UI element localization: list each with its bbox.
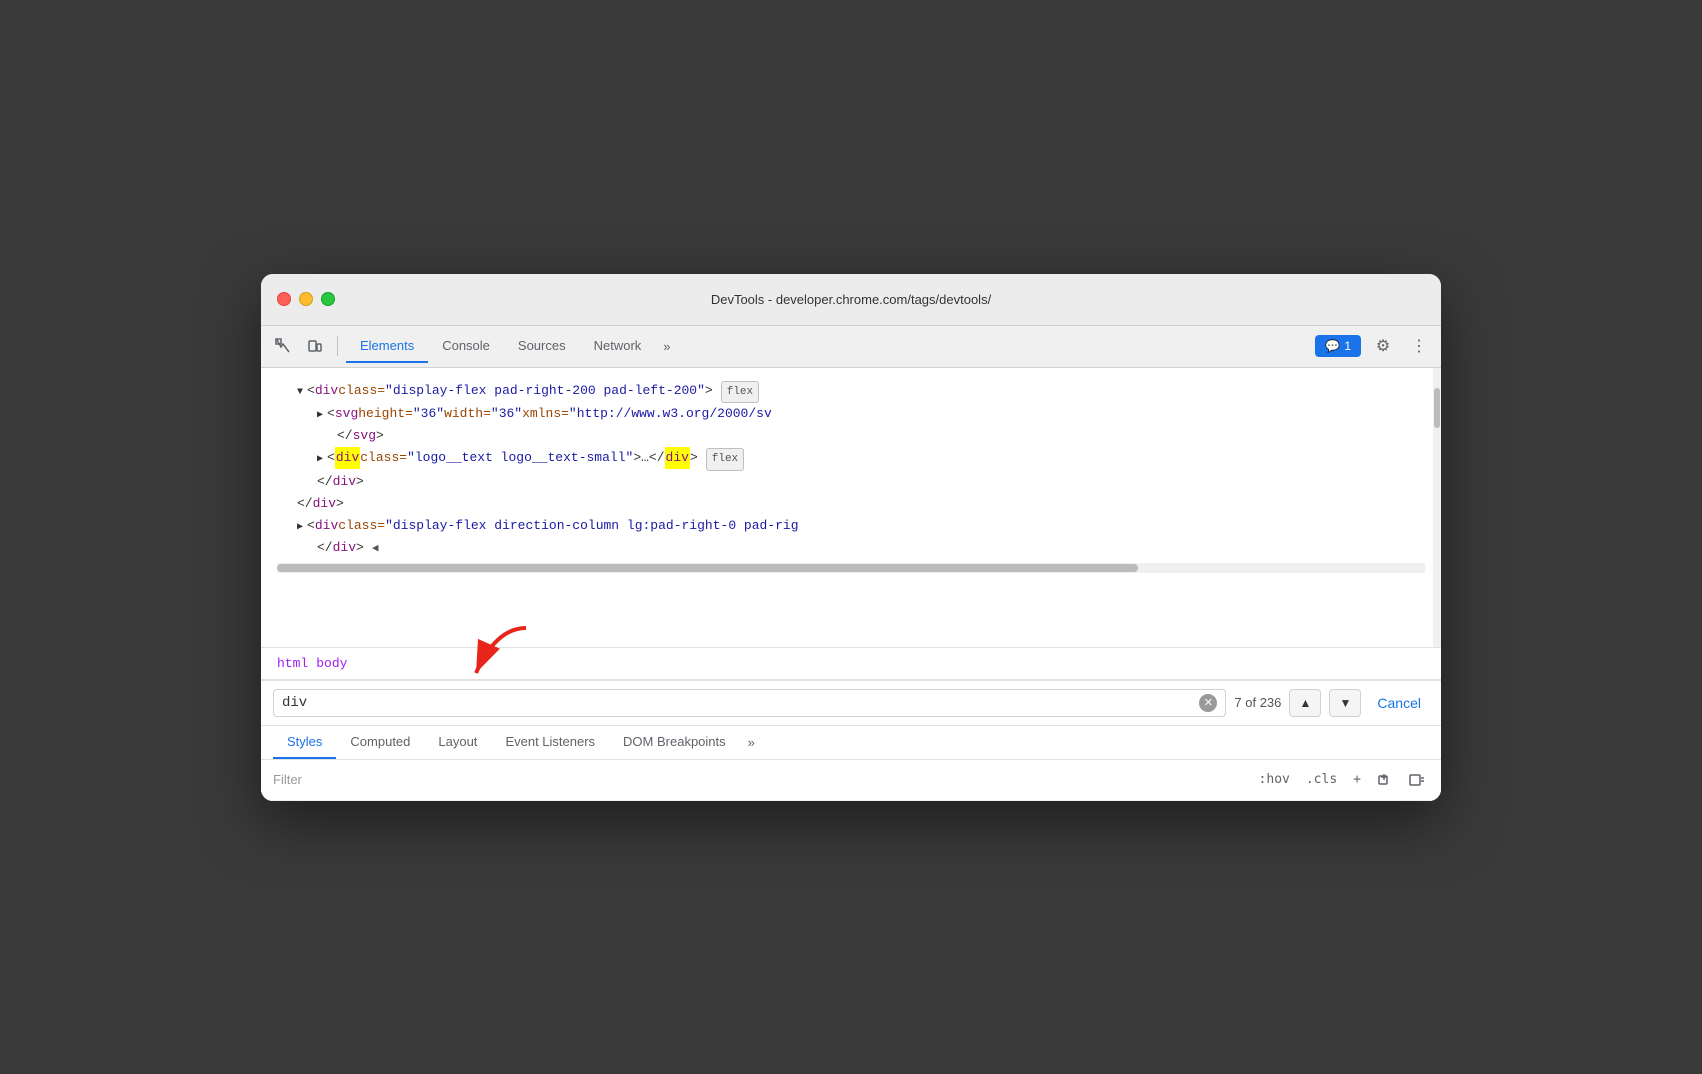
cls-button[interactable]: .cls bbox=[1302, 770, 1341, 789]
scrollbar-v-thumb bbox=[1434, 388, 1440, 428]
settings-button[interactable]: ⚙ bbox=[1369, 332, 1397, 360]
triangle-icon[interactable]: ▶ bbox=[317, 451, 323, 468]
add-rule-button[interactable]: + bbox=[1349, 770, 1365, 789]
toolbar-divider bbox=[337, 336, 338, 356]
styles-tab-bar: Styles Computed Layout Event Listeners D… bbox=[261, 726, 1441, 760]
tab-styles[interactable]: Styles bbox=[273, 726, 336, 759]
main-tab-nav: Elements Console Sources Network » bbox=[346, 330, 1311, 363]
tab-sources[interactable]: Sources bbox=[504, 330, 580, 363]
maximize-button[interactable] bbox=[321, 292, 335, 306]
toggle-element-state-button[interactable] bbox=[1405, 768, 1429, 792]
html-line-7[interactable]: ▶ <div class="display-flex direction-col… bbox=[277, 515, 1425, 537]
html-line-5: </div> bbox=[277, 471, 1425, 493]
notification-icon: 💬 bbox=[1325, 339, 1340, 353]
vertical-scrollbar[interactable] bbox=[1433, 368, 1441, 647]
html-panel: ▼ <div class="display-flex pad-right-200… bbox=[261, 368, 1441, 648]
horizontal-scrollbar[interactable] bbox=[277, 563, 1425, 573]
window-title: DevTools - developer.chrome.com/tags/dev… bbox=[711, 292, 991, 307]
more-menu-button[interactable]: ⋮ bbox=[1405, 332, 1433, 360]
inspect-element-button[interactable] bbox=[269, 332, 297, 360]
triangle-icon[interactable]: ▶ bbox=[317, 407, 323, 424]
search-bar: ✕ 7 of 236 ▲ ▼ Cancel bbox=[261, 681, 1441, 726]
search-input-wrap: ✕ bbox=[273, 689, 1226, 717]
tab-dom-breakpoints[interactable]: DOM Breakpoints bbox=[609, 726, 740, 759]
breadcrumb-html[interactable]: html bbox=[277, 656, 308, 671]
tab-network[interactable]: Network bbox=[580, 330, 656, 363]
filter-actions: :hov .cls + bbox=[1255, 768, 1429, 792]
breadcrumb-section: html body bbox=[261, 648, 1441, 681]
title-bar: DevTools - developer.chrome.com/tags/dev… bbox=[261, 274, 1441, 326]
tab-layout[interactable]: Layout bbox=[424, 726, 491, 759]
breadcrumb: html body bbox=[261, 648, 1441, 680]
flex-badge-2[interactable]: flex bbox=[706, 448, 744, 471]
close-button[interactable] bbox=[277, 292, 291, 306]
bottom-panel: Styles Computed Layout Event Listeners D… bbox=[261, 726, 1441, 801]
traffic-lights bbox=[277, 292, 335, 306]
gear-icon: ⚙ bbox=[1376, 336, 1390, 356]
new-style-rule-button[interactable] bbox=[1373, 768, 1397, 792]
clear-search-button[interactable]: ✕ bbox=[1199, 694, 1217, 712]
styles-more-button[interactable]: » bbox=[740, 731, 763, 754]
tab-more-button[interactable]: » bbox=[655, 335, 678, 358]
tab-elements[interactable]: Elements bbox=[346, 330, 428, 363]
filter-bar: Filter :hov .cls + bbox=[261, 760, 1441, 801]
triangle-icon[interactable]: ▼ bbox=[297, 384, 303, 401]
tab-console[interactable]: Console bbox=[428, 330, 504, 363]
toolbar-right: 💬 1 ⚙ ⋮ bbox=[1315, 332, 1433, 360]
minimize-button[interactable] bbox=[299, 292, 313, 306]
search-next-button[interactable]: ▼ bbox=[1329, 689, 1361, 717]
ellipsis-icon: ⋮ bbox=[1411, 336, 1427, 356]
notification-count: 1 bbox=[1344, 339, 1351, 353]
html-line-4[interactable]: ▶ <div class="logo__text logo__text-smal… bbox=[277, 447, 1425, 471]
filter-placeholder: Filter bbox=[273, 772, 1243, 787]
search-prev-button[interactable]: ▲ bbox=[1289, 689, 1321, 717]
notification-button[interactable]: 💬 1 bbox=[1315, 335, 1361, 357]
html-line-3: </svg> bbox=[277, 425, 1425, 447]
tab-event-listeners[interactable]: Event Listeners bbox=[491, 726, 609, 759]
device-toolbar-button[interactable] bbox=[301, 332, 329, 360]
devtools-toolbar: Elements Console Sources Network » 💬 1 ⚙… bbox=[261, 326, 1441, 368]
html-line-2[interactable]: ▶ <svg height="36" width="36" xmlns="htt… bbox=[277, 403, 1425, 425]
breadcrumb-body[interactable]: body bbox=[316, 656, 347, 671]
cancel-search-button[interactable]: Cancel bbox=[1369, 691, 1429, 715]
html-line-8: </div> ◀ bbox=[277, 537, 1425, 559]
flex-badge[interactable]: flex bbox=[721, 381, 759, 404]
html-line-6: </div> bbox=[277, 493, 1425, 515]
tab-computed[interactable]: Computed bbox=[336, 726, 424, 759]
search-count: 7 of 236 bbox=[1234, 695, 1281, 710]
hov-button[interactable]: :hov bbox=[1255, 770, 1294, 789]
html-line-1[interactable]: ▼ <div class="display-flex pad-right-200… bbox=[277, 380, 1425, 404]
triangle-icon[interactable]: ▶ bbox=[297, 519, 303, 536]
devtools-window: DevTools - developer.chrome.com/tags/dev… bbox=[261, 274, 1441, 801]
scrollbar-thumb bbox=[277, 564, 1138, 572]
search-input[interactable] bbox=[282, 695, 1199, 711]
